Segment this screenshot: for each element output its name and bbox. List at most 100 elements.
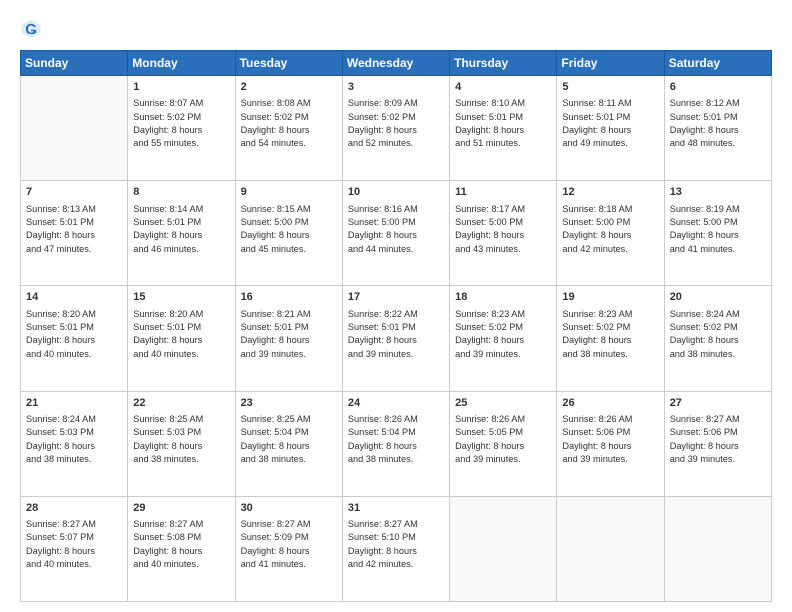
sunrise-text: Sunrise: 8:24 AM bbox=[670, 309, 740, 319]
daylight-text: Daylight: 8 hoursand 54 minutes. bbox=[241, 125, 310, 148]
sunrise-text: Sunrise: 8:11 AM bbox=[562, 98, 631, 108]
day-number: 20 bbox=[670, 290, 766, 305]
day-number: 31 bbox=[348, 501, 444, 516]
sunset-text: Sunset: 5:01 PM bbox=[455, 112, 523, 122]
generalblue-icon bbox=[20, 18, 42, 40]
cell-info: Sunrise: 8:24 AMSunset: 5:02 PMDaylight:… bbox=[670, 308, 766, 361]
sunset-text: Sunset: 5:01 PM bbox=[26, 322, 94, 332]
sunset-text: Sunset: 5:00 PM bbox=[670, 217, 738, 227]
daylight-text: Daylight: 8 hoursand 38 minutes. bbox=[133, 441, 202, 464]
day-number: 9 bbox=[241, 185, 337, 200]
cell-info: Sunrise: 8:19 AMSunset: 5:00 PMDaylight:… bbox=[670, 203, 766, 256]
day-header-monday: Monday bbox=[128, 51, 235, 76]
daylight-text: Daylight: 8 hoursand 40 minutes. bbox=[133, 335, 202, 358]
daylight-text: Daylight: 8 hoursand 40 minutes. bbox=[26, 335, 95, 358]
daylight-text: Daylight: 8 hoursand 43 minutes. bbox=[455, 230, 524, 253]
cell-info: Sunrise: 8:22 AMSunset: 5:01 PMDaylight:… bbox=[348, 308, 444, 361]
sunrise-text: Sunrise: 8:24 AM bbox=[26, 414, 96, 424]
sunrise-text: Sunrise: 8:16 AM bbox=[348, 204, 418, 214]
calendar-cell: 20 Sunrise: 8:24 AMSunset: 5:02 PMDayligh… bbox=[664, 286, 771, 391]
daylight-text: Daylight: 8 hoursand 39 minutes. bbox=[670, 441, 739, 464]
sunrise-text: Sunrise: 8:13 AM bbox=[26, 204, 96, 214]
header bbox=[20, 18, 772, 40]
daylight-text: Daylight: 8 hoursand 46 minutes. bbox=[133, 230, 202, 253]
sunset-text: Sunset: 5:00 PM bbox=[348, 217, 416, 227]
calendar-cell: 14Sunrise: 8:20 AMSunset: 5:01 PMDayligh… bbox=[21, 286, 128, 391]
sunset-text: Sunset: 5:06 PM bbox=[562, 427, 630, 437]
sunrise-text: Sunrise: 8:12 AM bbox=[670, 98, 740, 108]
day-number: 7 bbox=[26, 185, 122, 200]
week-row-1: 7 Sunrise: 8:13 AM Sunset: 5:01 PM Daylight… bbox=[21, 181, 772, 286]
week-row-4: 28Sunrise: 8:27 AMSunset: 5:07 PMDayligh… bbox=[21, 496, 772, 601]
cell-info: Sunrise: 8:12 AMSunset: 5:01 PMDaylight:… bbox=[670, 97, 766, 150]
daylight-text: Daylight: 8 hoursand 55 minutes. bbox=[133, 125, 202, 148]
sunrise-text: Sunrise: 8:27 AM bbox=[241, 519, 311, 529]
cell-info: Sunrise: 8:26 AMSunset: 5:04 PMDaylight:… bbox=[348, 413, 444, 466]
sunrise-text: Sunrise: 8:27 AM bbox=[670, 414, 740, 424]
sunrise-text: Sunrise: 8:20 AM bbox=[26, 309, 96, 319]
daylight-text: Daylight: 8 hoursand 38 minutes. bbox=[562, 335, 631, 358]
calendar-cell: 11Sunrise: 8:17 AMSunset: 5:00 PMDayligh… bbox=[450, 181, 557, 286]
sunrise-text: Sunrise: 8:25 AM bbox=[133, 414, 203, 424]
day-header-sunday: Sunday bbox=[21, 51, 128, 76]
sunset-text: Sunset: 5:01 PM bbox=[241, 322, 309, 332]
calendar-cell: 10 Sunrise: 8:16 AM Sunset: 5:00 PM Dayligh… bbox=[342, 181, 449, 286]
sunrise-text: Sunrise: 8:27 AM bbox=[348, 519, 418, 529]
calendar-table: SundayMondayTuesdayWednesdayThursdayFrid… bbox=[20, 50, 772, 602]
sunset-text: Sunset: 5:01 PM bbox=[348, 322, 416, 332]
sunset-text: Sunset: 5:04 PM bbox=[348, 427, 416, 437]
sunset-text: Sunset: 5:03 PM bbox=[133, 427, 201, 437]
cell-info: Sunrise: 8:17 AMSunset: 5:00 PMDaylight:… bbox=[455, 203, 551, 256]
day-header-wednesday: Wednesday bbox=[342, 51, 449, 76]
sunrise-text: Sunrise: 8:14 AM bbox=[133, 204, 203, 214]
sunrise-text: Sunrise: 8:15 AM bbox=[241, 204, 311, 214]
sunset-text: Sunset: 5:02 PM bbox=[241, 112, 309, 122]
daylight-text: Daylight: 8 hoursand 38 minutes. bbox=[241, 441, 310, 464]
day-number: 10 bbox=[348, 185, 444, 200]
week-row-0: 1Sunrise: 8:07 AMSunset: 5:02 PMDaylight… bbox=[21, 76, 772, 181]
cell-info: Sunrise: 8:25 AMSunset: 5:04 PMDaylight:… bbox=[241, 413, 337, 466]
daylight-text: Daylight: 8 hoursand 42 minutes. bbox=[562, 230, 631, 253]
calendar-cell: 2Sunrise: 8:08 AMSunset: 5:02 PMDaylight… bbox=[235, 76, 342, 181]
sunrise-text: Sunrise: 8:23 AM bbox=[562, 309, 632, 319]
day-number: 12 bbox=[562, 185, 658, 200]
sunrise-text: Sunrise: 8:19 AM bbox=[670, 204, 740, 214]
sunset-text: Sunset: 5:01 PM bbox=[670, 112, 738, 122]
cell-info: Sunrise: 8:14 AMSunset: 5:01 PMDaylight:… bbox=[133, 203, 229, 256]
calendar-cell: 13Sunrise: 8:19 AMSunset: 5:00 PMDayligh… bbox=[664, 181, 771, 286]
sunset-text: Sunset: 5:02 PM bbox=[348, 112, 416, 122]
sunset-text: Sunset: 5:05 PM bbox=[455, 427, 523, 437]
calendar-cell: 29Sunrise: 8:27 AMSunset: 5:08 PMDayligh… bbox=[128, 496, 235, 601]
daylight-text: Daylight: 8 hoursand 40 minutes. bbox=[26, 546, 95, 569]
day-header-saturday: Saturday bbox=[664, 51, 771, 76]
sunset-text: Sunset: 5:02 PM bbox=[455, 322, 523, 332]
cell-info: Sunrise: 8:07 AMSunset: 5:02 PMDaylight:… bbox=[133, 97, 229, 150]
sunrise-text: Sunrise: 8:26 AM bbox=[348, 414, 418, 424]
day-number: 15 bbox=[133, 290, 229, 305]
daylight-text: Daylight: 8 hoursand 44 minutes. bbox=[348, 230, 417, 253]
calendar-cell: 3Sunrise: 8:09 AMSunset: 5:02 PMDaylight… bbox=[342, 76, 449, 181]
day-number: 19 bbox=[562, 290, 658, 305]
day-number: 5 bbox=[562, 80, 658, 95]
sunset-text: Sunset: 5:00 PM bbox=[455, 217, 523, 227]
day-number: 6 bbox=[670, 80, 766, 95]
sunrise-text: Sunrise: 8:26 AM bbox=[562, 414, 632, 424]
cell-info: Sunrise: 8:27 AMSunset: 5:07 PMDaylight:… bbox=[26, 518, 122, 571]
sunset-text: Sunset: 5:07 PM bbox=[26, 532, 94, 542]
calendar-cell: 4Sunrise: 8:10 AMSunset: 5:01 PMDaylight… bbox=[450, 76, 557, 181]
sunrise-text: Sunrise: 8:22 AM bbox=[348, 309, 418, 319]
sunset-text: Sunset: 5:00 PM bbox=[241, 217, 309, 227]
daylight-text: Daylight: 8 hoursand 45 minutes. bbox=[241, 230, 310, 253]
calendar-cell: 21Sunrise: 8:24 AMSunset: 5:03 PMDayligh… bbox=[21, 391, 128, 496]
daylight-text: Daylight: 8 hoursand 47 minutes. bbox=[26, 230, 95, 253]
daylight-text: Daylight: 8 hoursand 49 minutes. bbox=[562, 125, 631, 148]
sunset-text: Sunset: 5:01 PM bbox=[26, 217, 94, 227]
sunrise-text: Sunrise: 8:10 AM bbox=[455, 98, 525, 108]
day-number: 18 bbox=[455, 290, 551, 305]
calendar-cell: 5 Sunrise: 8:11 AM Sunset: 5:01 PM Daylight… bbox=[557, 76, 664, 181]
cell-info: Sunrise: 8:24 AMSunset: 5:03 PMDaylight:… bbox=[26, 413, 122, 466]
daylight-text: Daylight: 8 hoursand 42 minutes. bbox=[348, 546, 417, 569]
calendar-cell: 19Sunrise: 8:23 AMSunset: 5:02 PMDayligh… bbox=[557, 286, 664, 391]
sunset-text: Sunset: 5:01 PM bbox=[562, 112, 630, 122]
calendar-cell: 9 Sunrise: 8:15 AM Sunset: 5:00 PM Daylight… bbox=[235, 181, 342, 286]
